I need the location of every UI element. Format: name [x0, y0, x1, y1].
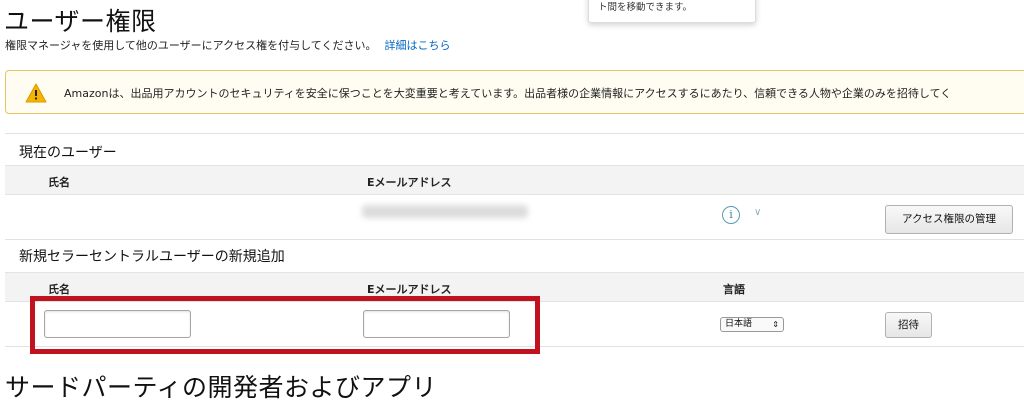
divider [5, 239, 1024, 240]
tooltip-text: ト間を移動できます。 [598, 2, 693, 13]
add-user-header: 氏名 Eメールアドレス 言語 [5, 272, 1024, 302]
divider [5, 346, 1024, 347]
subtitle-text: 権限マネージャを使用して他のユーザーにアクセス権を付与してください。 [5, 39, 377, 52]
language-select[interactable]: 日本語 ⇕ [720, 317, 784, 332]
current-users-title: 現在のユーザー [19, 145, 117, 161]
new-user-email-input[interactable] [363, 310, 510, 338]
column-header-email: Eメールアドレス [367, 176, 452, 189]
warning-icon [25, 83, 47, 103]
security-alert: Amazonは、出品用アカウントのセキュリティを安全に保つことを大変重要と考えて… [5, 70, 1024, 114]
details-link[interactable]: 詳細はこちら [384, 39, 450, 52]
add-user-title: 新規セラーセントラルユーザーの新規追加 [19, 249, 285, 265]
alert-text: Amazonは、出品用アカウントのセキュリティを安全に保つことを大変重要と考えて… [64, 87, 952, 100]
manage-access-button[interactable]: アクセス権限の管理 [885, 205, 1013, 234]
subtitle: 権限マネージャを使用して他のユーザーにアクセス権を付与してください。 詳細はこちら [5, 37, 450, 53]
column-header-language: 言語 [723, 283, 745, 296]
invite-button[interactable]: 招待 [885, 312, 932, 338]
new-user-name-input[interactable] [44, 310, 191, 338]
column-header-email: Eメールアドレス [367, 283, 452, 296]
page-title: ユーザー権限 [4, 7, 157, 36]
chevron-down-icon[interactable]: ∨ [754, 207, 761, 218]
current-users-header: 氏名 Eメールアドレス [5, 165, 1024, 195]
user-email-redacted [362, 205, 528, 218]
select-arrow-icon: ⇕ [772, 320, 779, 329]
tooltip-popup: ト間を移動できます。 [588, 0, 756, 23]
info-icon[interactable]: i [722, 206, 740, 224]
language-select-value: 日本語 [725, 319, 753, 329]
column-header-name: 氏名 [48, 283, 70, 296]
divider [5, 133, 1024, 134]
column-header-name: 氏名 [48, 176, 70, 189]
third-party-title: サードパーティの開発者およびアプリ [5, 373, 438, 402]
